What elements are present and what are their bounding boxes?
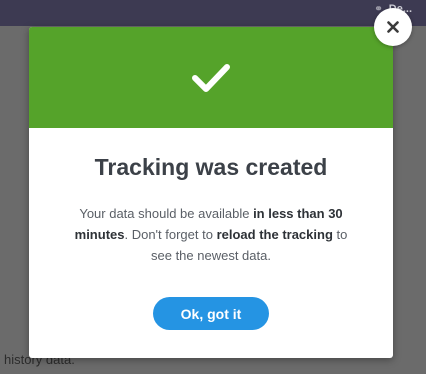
message-part-1: Your data should be available: [79, 206, 254, 221]
top-bar: ⚭ De...: [0, 0, 426, 26]
modal-header: [29, 27, 393, 128]
message-bold-2: reload the tracking: [216, 227, 333, 242]
check-icon: [192, 63, 230, 92]
ok-got-it-button[interactable]: Ok, got it: [153, 297, 269, 330]
success-modal: Tracking was created Your data should be…: [29, 27, 393, 358]
close-icon: [387, 21, 399, 33]
message-part-2: . Don't forget to: [124, 227, 217, 242]
modal-message: Your data should be available in less th…: [65, 203, 357, 266]
close-button[interactable]: [374, 8, 412, 46]
modal-title: Tracking was created: [94, 154, 328, 180]
